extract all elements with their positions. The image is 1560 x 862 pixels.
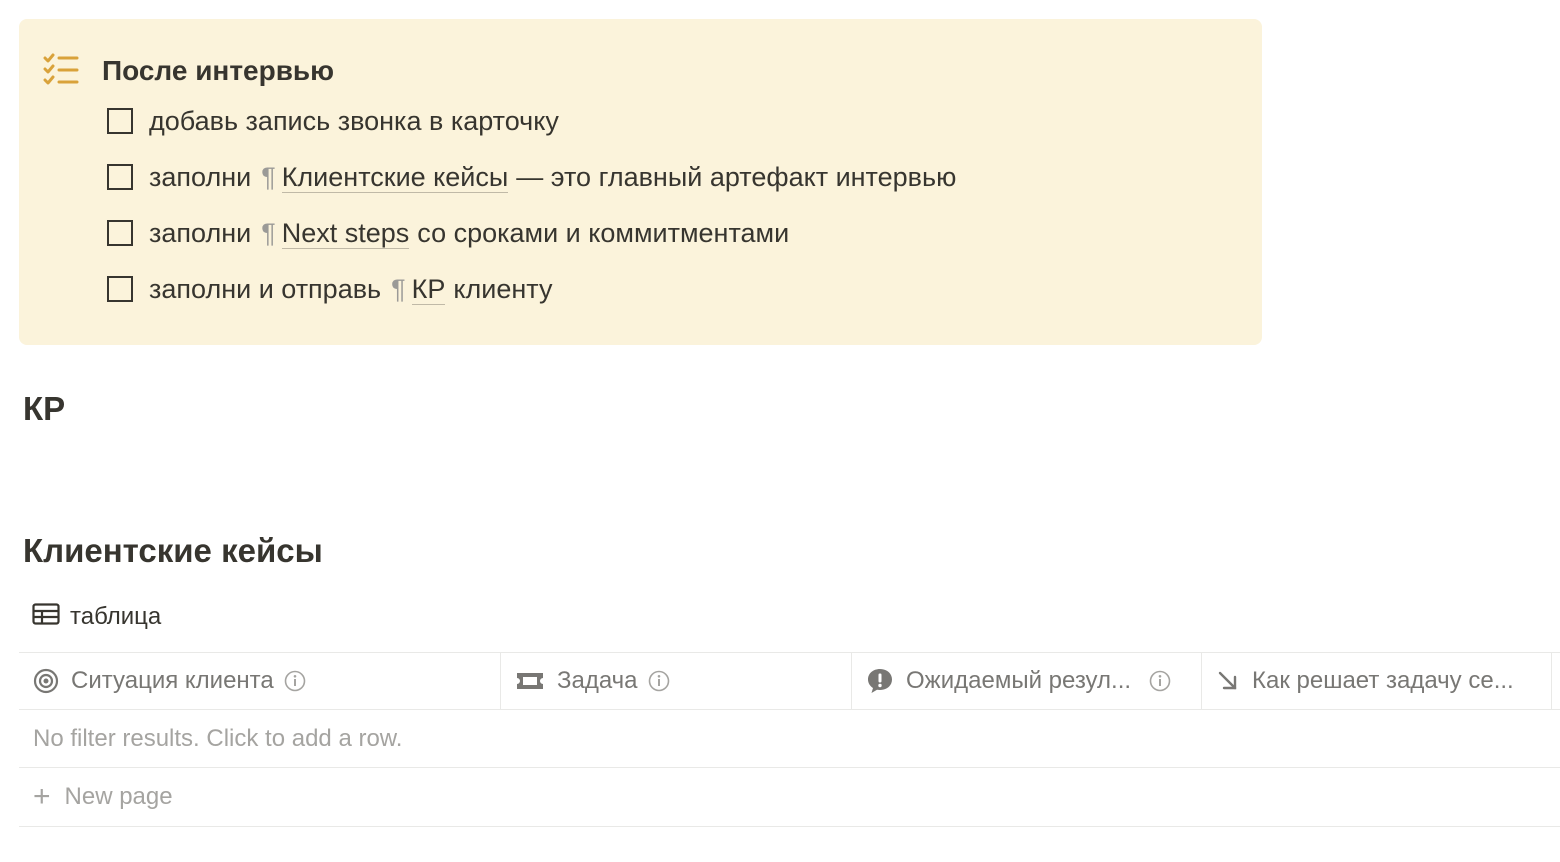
todo-text[interactable]: клиенту — [453, 271, 552, 307]
plus-icon: + — [33, 780, 51, 813]
table-row-divider — [19, 826, 1560, 827]
new-page-label: New page — [64, 783, 173, 810]
column-header-expected-result[interactable]: Ожидаемый резул... — [852, 653, 1202, 709]
view-tab-label: таблица — [70, 603, 162, 630]
page-mention-link[interactable]: КР — [411, 274, 446, 305]
table-row-divider — [19, 709, 1560, 710]
empty-table-message[interactable]: No filter results. Click to add a row. — [33, 722, 402, 756]
todo-checkbox[interactable] — [107, 108, 133, 134]
view-tab-table[interactable]: таблица — [32, 600, 161, 634]
page-link-icon: ¶ — [391, 274, 406, 304]
callout-title: После интервью — [102, 55, 335, 86]
alert-bubble-icon — [866, 667, 894, 695]
todo-item: заполни ¶ Next steps со сроками и коммит… — [107, 215, 789, 251]
page-mention-link[interactable]: Next steps — [281, 218, 410, 249]
arrow-down-right-icon — [1216, 669, 1240, 693]
column-header-label: Ситуация клиента — [71, 667, 274, 694]
info-icon[interactable] — [648, 670, 670, 692]
info-icon[interactable] — [1149, 670, 1171, 692]
todo-checkbox[interactable] — [107, 276, 133, 302]
ticket-icon — [515, 670, 545, 692]
todo-text[interactable]: заполни и отправь — [149, 271, 381, 307]
column-header-label: Как решает задачу се... — [1252, 667, 1514, 694]
page-link-icon: ¶ — [261, 162, 276, 192]
callout-block: После интервью добавь запись звонка в ка… — [19, 19, 1262, 345]
todo-checkbox[interactable] — [107, 164, 133, 190]
column-header-situation[interactable]: Ситуация клиента — [19, 653, 501, 709]
todo-text[interactable]: добавь запись звонка в карточку — [149, 103, 559, 139]
column-header-label: Ожидаемый резул... — [906, 667, 1132, 694]
todo-checkbox[interactable] — [107, 220, 133, 246]
info-icon[interactable] — [284, 670, 306, 692]
page-mention-link[interactable]: Клиентские кейсы — [281, 162, 509, 193]
todo-item: заполни ¶ Клиентские кейсы — это главный… — [107, 159, 956, 195]
todo-item: заполни и отправь ¶ КР клиенту — [107, 271, 552, 307]
todo-text[interactable]: заполни — [149, 159, 251, 195]
column-header-task[interactable]: Задача — [501, 653, 852, 709]
page: После интервью добавь запись звонка в ка… — [0, 0, 1560, 862]
column-header-label: Задача — [557, 667, 638, 694]
todo-item: добавь запись звонка в карточку — [107, 103, 559, 139]
database-title[interactable]: Клиентские кейсы — [23, 530, 323, 572]
table-row-divider — [19, 767, 1560, 768]
table-icon — [32, 602, 70, 632]
new-page-button[interactable]: + New page — [33, 780, 173, 814]
todo-text[interactable]: заполни — [149, 215, 251, 251]
table-header: Ситуация клиента Задача Ожидаемый резул.… — [19, 653, 1560, 709]
page-link-icon: ¶ — [261, 218, 276, 248]
todo-text[interactable]: — это главный артефакт интервью — [516, 159, 956, 195]
target-icon — [33, 668, 59, 694]
column-header-how-solves[interactable]: Как решает задачу се... — [1202, 653, 1552, 709]
checklist-icon[interactable] — [43, 53, 79, 87]
todo-text[interactable]: со сроками и коммитментами — [417, 215, 789, 251]
heading-kp[interactable]: КР — [23, 388, 65, 430]
